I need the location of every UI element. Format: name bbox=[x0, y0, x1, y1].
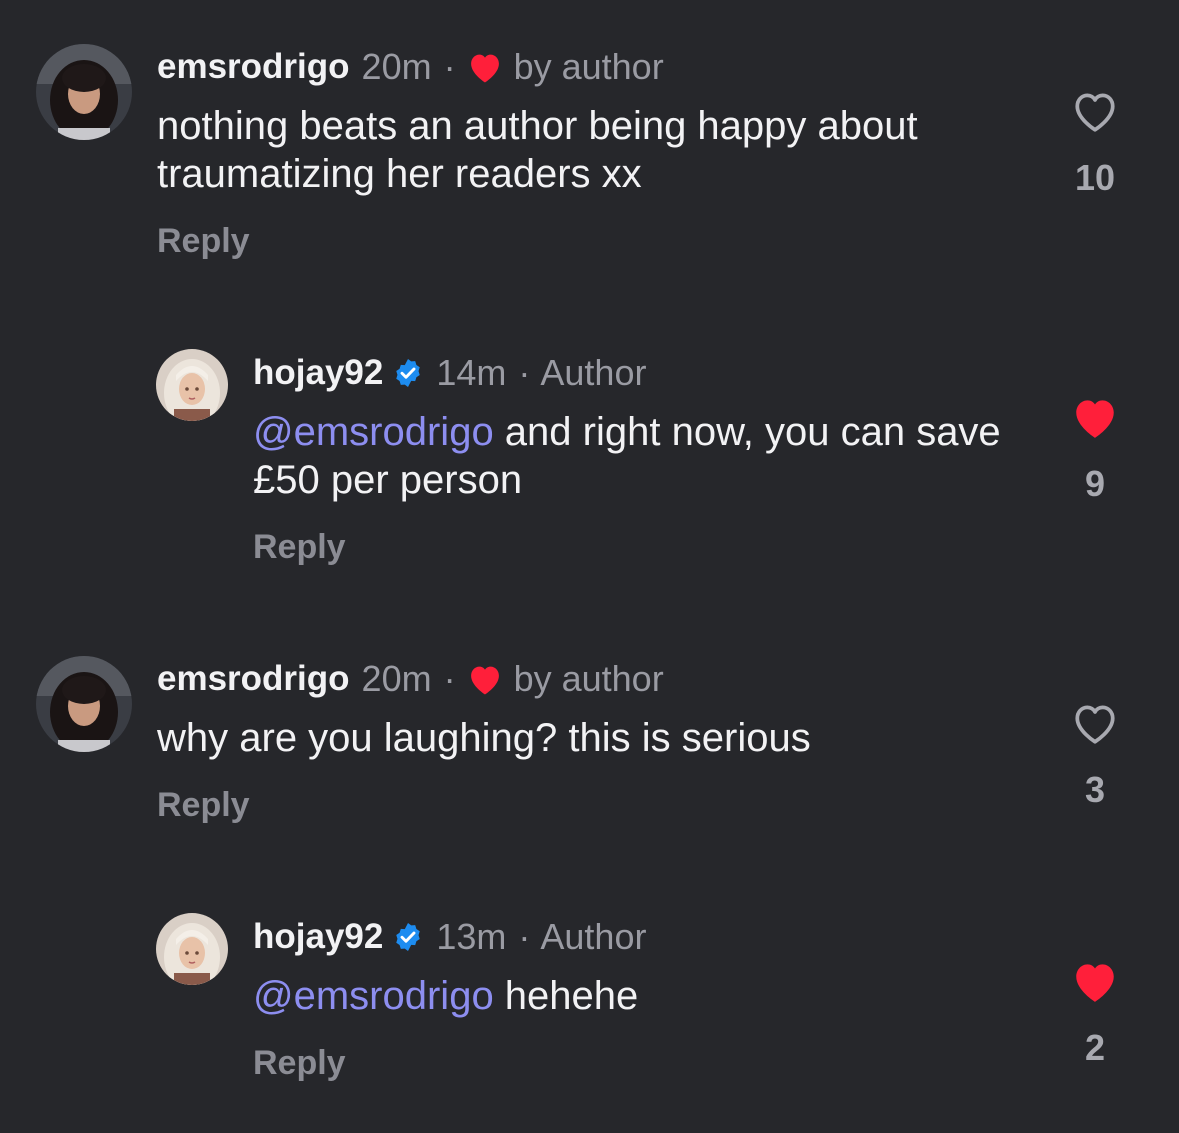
like-column: 9 bbox=[1055, 394, 1135, 505]
avatar[interactable] bbox=[36, 44, 132, 140]
mention-link[interactable]: @emsrodrigo bbox=[253, 974, 494, 1018]
comment-text: @emsrodrigo hehehe bbox=[253, 972, 1013, 1020]
verified-badge-icon bbox=[392, 921, 424, 953]
comment-text-body: hehehe bbox=[493, 974, 639, 1018]
separator-dot: · bbox=[443, 658, 456, 699]
comment-text: @emsrodrigo and right now, you can save … bbox=[253, 408, 1013, 504]
author-label: Author bbox=[540, 916, 647, 957]
reply-button[interactable]: Reply bbox=[157, 222, 250, 261]
username[interactable]: emsrodrigo bbox=[157, 659, 350, 699]
verified-badge-icon bbox=[392, 357, 424, 389]
like-column: 3 bbox=[1055, 700, 1135, 811]
timestamp: 20m bbox=[361, 658, 432, 699]
by-author-label: by author bbox=[513, 658, 664, 699]
comment-meta: hojay92 14m · Author bbox=[253, 353, 646, 393]
like-column: 10 bbox=[1055, 88, 1135, 199]
separator-dot: · bbox=[443, 46, 456, 87]
avatar[interactable] bbox=[36, 656, 132, 752]
username[interactable]: hojay92 bbox=[253, 353, 383, 393]
comment-text: why are you laughing? this is serious bbox=[157, 716, 811, 760]
like-count: 2 bbox=[1084, 1027, 1106, 1068]
timestamp: 20m bbox=[361, 46, 432, 87]
avatar[interactable] bbox=[156, 349, 228, 421]
separator-dot: · bbox=[518, 916, 531, 957]
heart-filled-icon[interactable] bbox=[1070, 394, 1120, 445]
mention-link[interactable]: @emsrodrigo bbox=[253, 410, 494, 454]
reply-button[interactable]: Reply bbox=[157, 786, 250, 825]
separator-dot: · bbox=[518, 352, 531, 393]
comment-meta: emsrodrigo 20m · by author bbox=[157, 47, 664, 87]
user-avatar-photo-icon bbox=[36, 656, 132, 752]
reply-button[interactable]: Reply bbox=[253, 1044, 346, 1083]
by-author-label: by author bbox=[513, 46, 664, 87]
timestamp: 14m bbox=[436, 352, 507, 393]
username[interactable]: hojay92 bbox=[253, 917, 383, 957]
like-column: 2 bbox=[1055, 958, 1135, 1069]
reply-button[interactable]: Reply bbox=[253, 528, 346, 567]
heart-filled-icon[interactable] bbox=[1070, 958, 1120, 1009]
like-count: 3 bbox=[1084, 769, 1106, 810]
comment-text: nothing beats an author being happy abou… bbox=[157, 104, 918, 196]
like-count: 10 bbox=[1074, 157, 1116, 198]
heart-outline-icon[interactable] bbox=[1070, 700, 1120, 751]
user-avatar-photo-icon bbox=[36, 44, 132, 140]
username[interactable]: emsrodrigo bbox=[157, 47, 350, 87]
illustrated-avatar-icon bbox=[156, 913, 228, 985]
timestamp: 13m bbox=[436, 916, 507, 957]
comment-meta: hojay92 13m · Author bbox=[253, 917, 646, 957]
like-count: 9 bbox=[1084, 463, 1106, 504]
avatar[interactable] bbox=[156, 913, 228, 985]
author-label: Author bbox=[540, 352, 647, 393]
heart-outline-icon[interactable] bbox=[1070, 88, 1120, 139]
comment-meta: emsrodrigo 20m · by author bbox=[157, 659, 664, 699]
heart-filled-icon bbox=[466, 50, 504, 84]
illustrated-avatar-icon bbox=[156, 349, 228, 421]
heart-filled-icon bbox=[466, 662, 504, 696]
